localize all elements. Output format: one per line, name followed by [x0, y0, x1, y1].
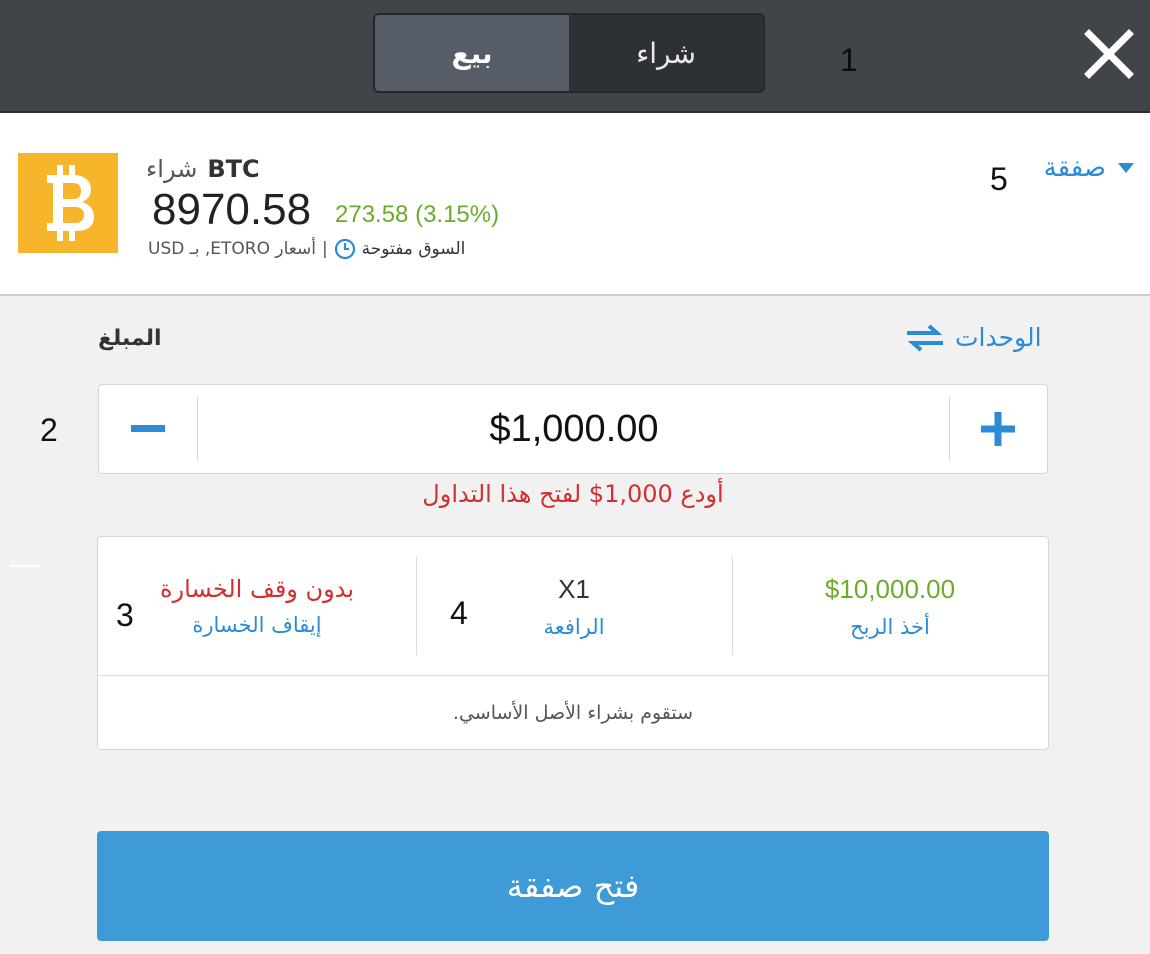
divider: [10, 565, 40, 567]
bitcoin-icon: [18, 153, 118, 253]
stop-loss-label: إيقاف الخسارة: [192, 613, 322, 637]
close-button[interactable]: [1083, 28, 1135, 80]
leverage-label: الرافعة: [543, 614, 605, 639]
annotation-marker-1: 1: [840, 42, 858, 78]
annotation-marker-4: 4: [450, 595, 468, 631]
units-toggle-link[interactable]: الوحدات: [905, 323, 1042, 352]
column-divider: [732, 557, 733, 655]
instrument-price: 8970.58: [152, 185, 312, 234]
decrease-amount-button[interactable]: [99, 385, 197, 473]
buy-tab[interactable]: شراء: [569, 15, 763, 91]
trade-type-dropdown[interactable]: صفقة: [1044, 153, 1134, 183]
trade-note: .ستقوم بشراء الأصل الأساسي: [452, 702, 694, 724]
deposit-warning: أودع 1,000$ لفتح هذا التداول: [422, 480, 724, 508]
instrument-header: BTC شراء 8970.58 273.58 (3.15%) USD بـ ,…: [0, 113, 1150, 296]
trade-type-label: صفقة: [1043, 153, 1106, 183]
stepper-divider: [197, 397, 198, 461]
clock-icon: [334, 238, 355, 260]
price-change: 273.58 (3.15%): [335, 201, 500, 228]
stop-loss-setting[interactable]: بدون وقف الخسارة إيقاف الخسارة: [98, 537, 416, 675]
annotation-marker-2: 2: [40, 412, 58, 448]
info-separator: |: [321, 239, 328, 259]
market-info: USD بـ ,ETORO أسعار | السوق مفتوحة: [148, 238, 465, 260]
trade-settings-card: $10,000.00 أخذ الربح X1 الرافعة بدون وقف…: [97, 536, 1049, 750]
annotation-marker-3: 3: [116, 597, 134, 633]
minus-icon: [131, 425, 165, 432]
top-bar: بيع شراء 1: [0, 0, 1150, 113]
units-label: الوحدات: [955, 323, 1042, 352]
open-trade-button[interactable]: فتح صفقة: [97, 831, 1049, 941]
take-profit-label: أخذ الربح: [850, 614, 930, 639]
instrument-symbol: BTC: [207, 155, 260, 183]
caret-down-icon: [1118, 163, 1134, 173]
take-profit-setting[interactable]: $10,000.00 أخذ الربح: [732, 537, 1048, 675]
amount-input[interactable]: [199, 385, 949, 473]
leverage-value: X1: [558, 573, 590, 604]
annotation-marker-5: 5: [990, 161, 1008, 197]
instrument-action: شراء: [146, 155, 198, 183]
swap-arrows-icon: [907, 323, 943, 352]
amount-label: المبلغ: [98, 326, 162, 351]
buy-sell-toggle: بيع شراء: [373, 13, 765, 93]
pricing-info: USD بـ ,ETORO أسعار: [148, 239, 316, 259]
column-divider: [416, 557, 417, 655]
sell-tab[interactable]: بيع: [375, 15, 569, 91]
close-icon: [1084, 29, 1134, 79]
increase-amount-button[interactable]: [949, 385, 1047, 473]
plus-icon: [981, 412, 1015, 446]
stop-loss-value: بدون وقف الخسارة: [159, 575, 354, 603]
amount-stepper: [98, 384, 1048, 474]
market-status: السوق مفتوحة: [361, 239, 466, 259]
take-profit-value: $10,000.00: [824, 573, 956, 604]
instrument-title: BTC شراء: [146, 155, 260, 183]
